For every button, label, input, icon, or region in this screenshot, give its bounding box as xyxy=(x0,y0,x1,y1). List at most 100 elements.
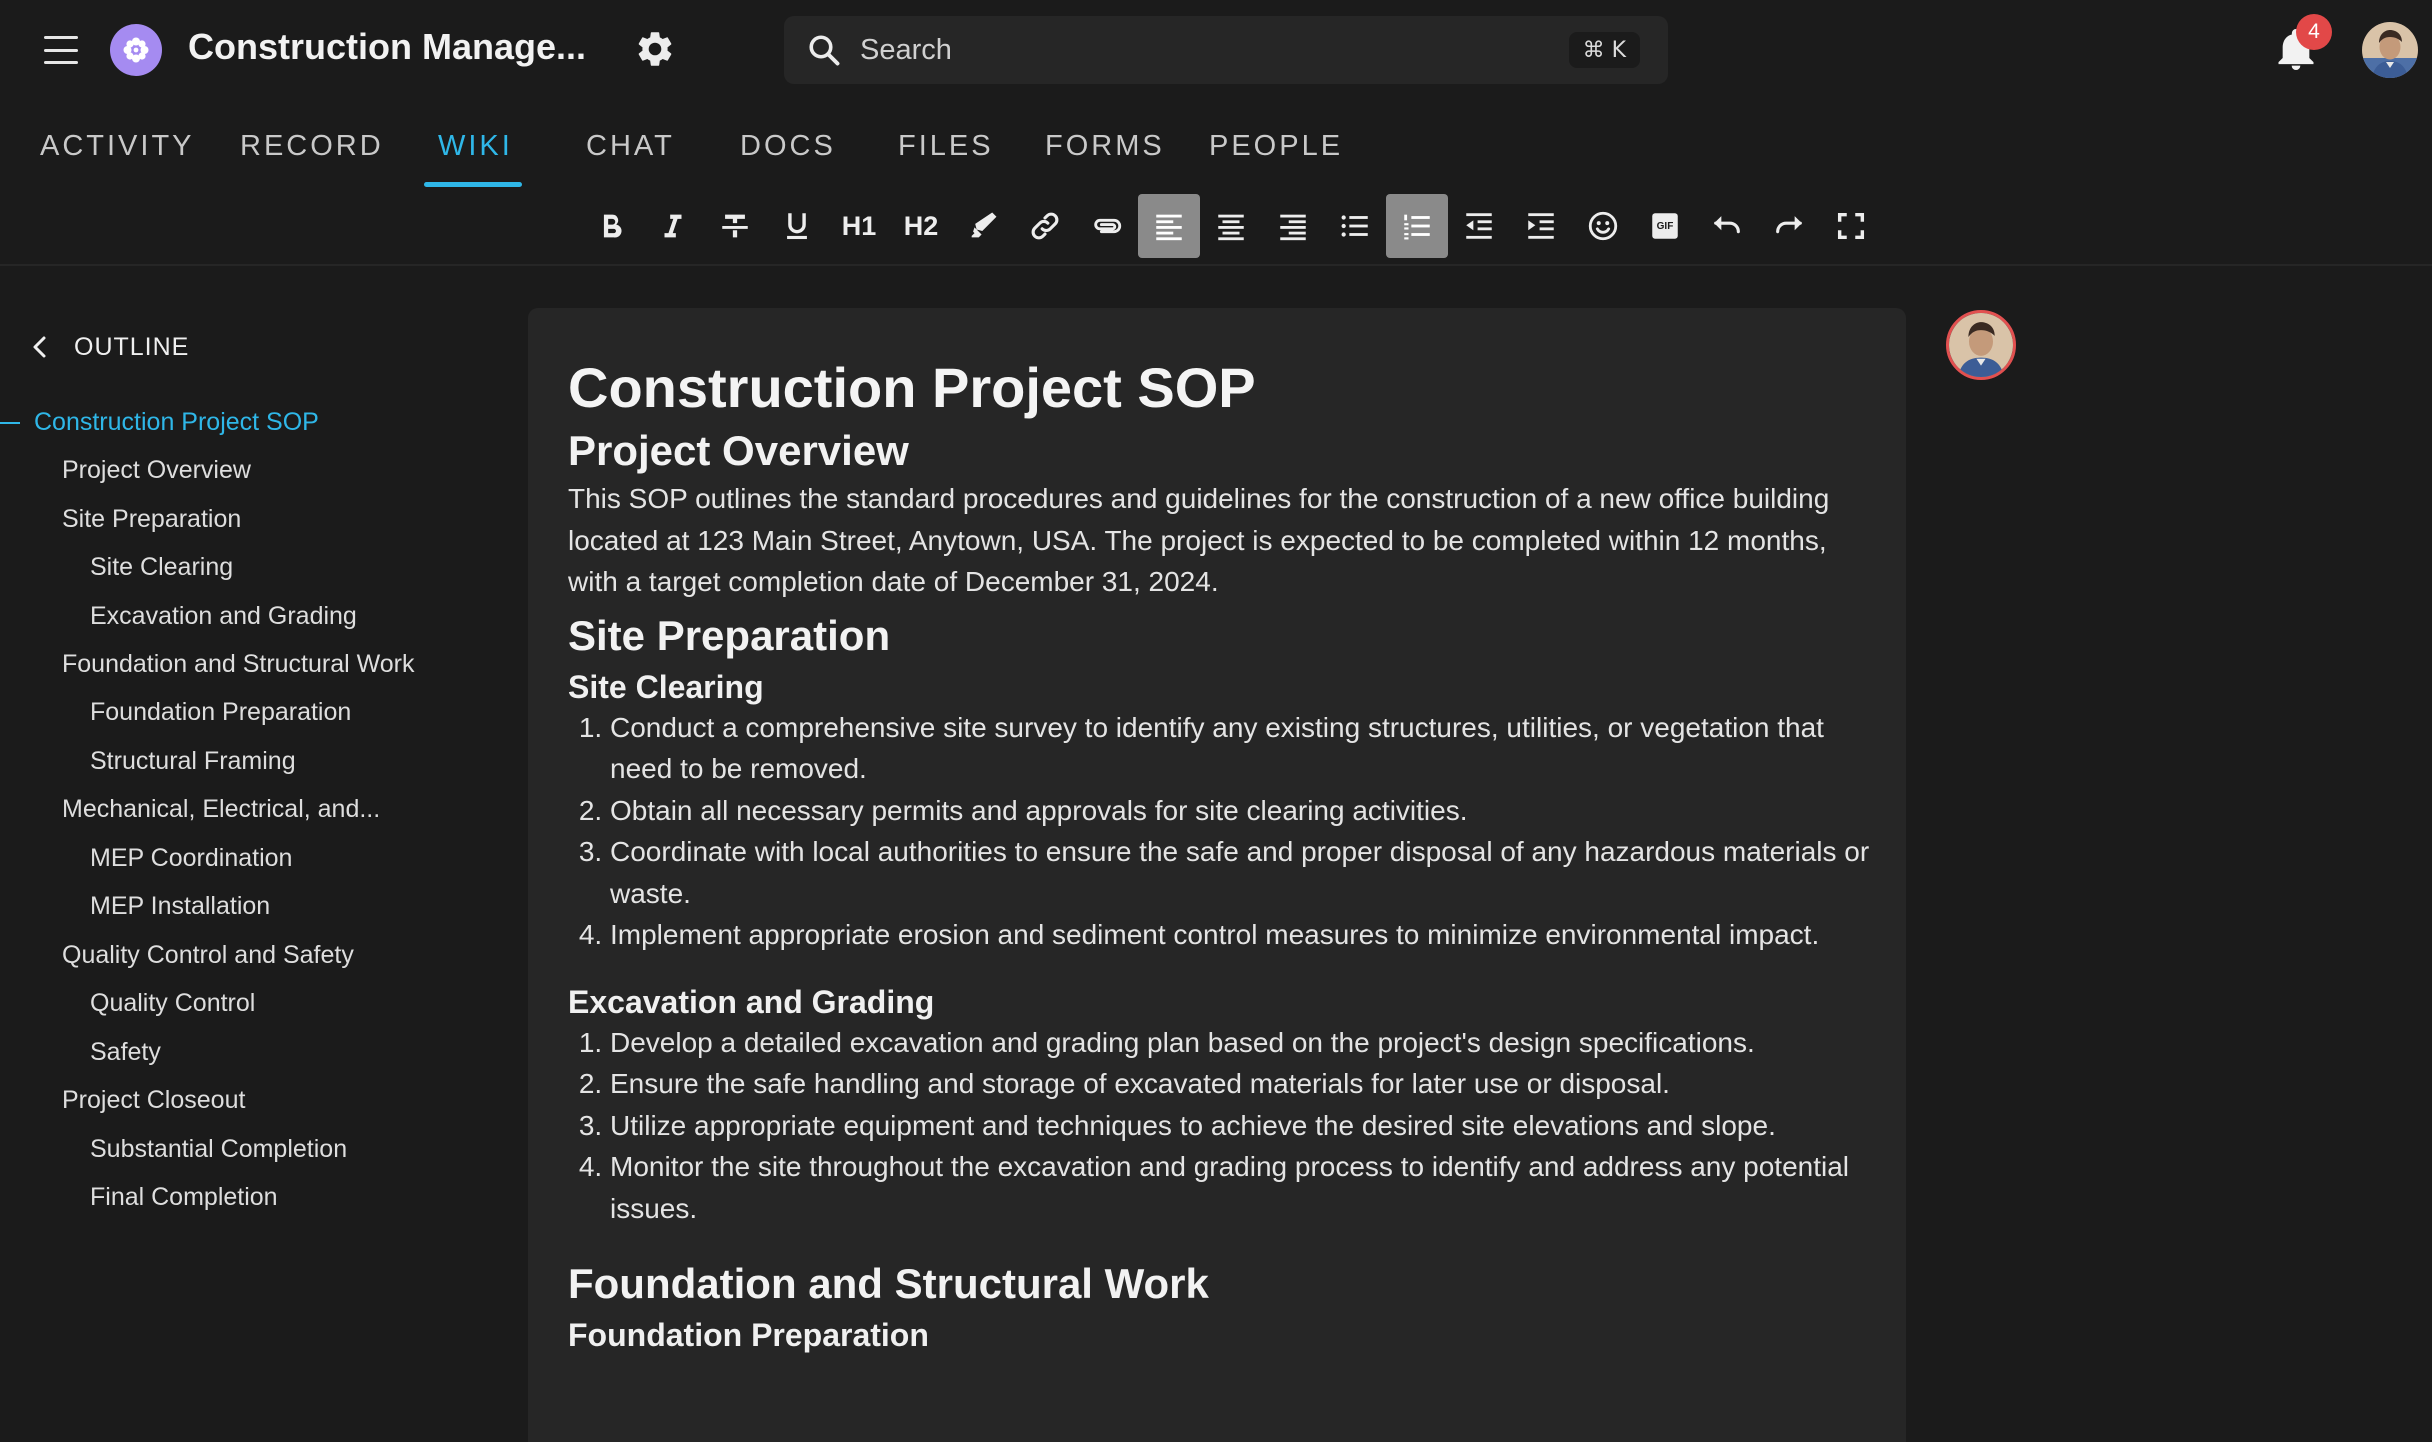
flower-icon xyxy=(123,37,149,63)
outline-item[interactable]: Project Overview xyxy=(62,456,251,485)
align-center-button[interactable] xyxy=(1200,194,1262,258)
tab-files[interactable]: FILES xyxy=(898,130,994,163)
heading-site-clearing: Site Clearing xyxy=(568,668,764,705)
notification-badge: 4 xyxy=(2296,14,2332,50)
emoji-button[interactable] xyxy=(1572,194,1634,258)
heading-foundation-preparation: Foundation Preparation xyxy=(568,1317,929,1353)
outline-item[interactable]: MEP Installation xyxy=(90,892,270,921)
outline-item[interactable]: Project Closeout xyxy=(62,1086,245,1115)
align-center-icon xyxy=(1218,214,1244,241)
list-item: Obtain all necessary permits and approva… xyxy=(610,790,1878,832)
outline-item[interactable]: Mechanical, Electrical, and... xyxy=(62,795,380,824)
heading-excavation-grading: Excavation and Grading xyxy=(568,983,935,1020)
strikethrough-icon xyxy=(722,214,748,238)
bullet-list-button[interactable] xyxy=(1324,194,1386,258)
outline-item[interactable]: Substantial Completion xyxy=(90,1135,347,1164)
undo-button[interactable] xyxy=(1696,194,1758,258)
outline-item[interactable]: Foundation and Structural Work xyxy=(62,650,415,679)
app-title[interactable]: Construction Manage... xyxy=(188,26,586,68)
search-bar[interactable]: ⌘ K xyxy=(784,16,1668,84)
numbered-list-icon xyxy=(1404,214,1430,240)
indent-button[interactable] xyxy=(1510,194,1572,258)
align-left-icon xyxy=(1156,214,1182,241)
italic-button[interactable] xyxy=(642,194,704,258)
outdent-button[interactable] xyxy=(1448,194,1510,258)
heading-1-button[interactable]: H1 xyxy=(828,194,890,258)
list-item: Conduct a comprehensive site survey to i… xyxy=(610,707,1878,790)
user-avatar[interactable] xyxy=(2362,22,2418,78)
link-button[interactable] xyxy=(1014,194,1076,258)
chevron-left-icon xyxy=(33,336,46,358)
list-item: Utilize appropriate equipment and techni… xyxy=(610,1105,1878,1147)
list-item: Implement appropriate erosion and sedime… xyxy=(610,914,1878,956)
outdent-icon xyxy=(1466,213,1492,239)
outline-item[interactable]: Quality Control xyxy=(90,989,255,1018)
outline-toggle[interactable]: OUTLINE xyxy=(28,332,189,362)
top-bar: Construction Manage... ⌘ K 4 xyxy=(0,0,2432,100)
strikethrough-button[interactable] xyxy=(704,194,766,258)
heading-site-preparation: Site Preparation xyxy=(568,611,891,659)
outline-current-marker xyxy=(0,422,20,424)
bullet-list-icon xyxy=(1341,215,1368,237)
highlight-button[interactable] xyxy=(952,194,1014,258)
outline-item[interactable]: Foundation Preparation xyxy=(90,698,351,727)
active-tab-indicator xyxy=(424,182,522,187)
italic-icon xyxy=(664,214,682,238)
tab-wiki[interactable]: WIKI xyxy=(438,130,513,163)
align-left-button[interactable] xyxy=(1138,194,1200,258)
fullscreen-icon xyxy=(1837,212,1865,240)
marker-icon xyxy=(971,212,997,238)
search-icon xyxy=(809,35,840,66)
undo-icon xyxy=(1714,216,1740,234)
underline-icon xyxy=(787,213,807,240)
heading-2-button[interactable]: H2 xyxy=(890,194,952,258)
gear-icon[interactable] xyxy=(634,28,676,70)
list-item: Ensure the safe handling and storage of … xyxy=(610,1063,1878,1105)
outline-item[interactable]: Site Clearing xyxy=(90,553,233,582)
search-input[interactable] xyxy=(860,30,1500,70)
outline-item[interactable]: Quality Control and Safety xyxy=(62,941,354,970)
outline-item[interactable]: Excavation and Grading xyxy=(90,602,357,631)
numbered-list-button[interactable] xyxy=(1386,194,1448,258)
wiki-document[interactable]: Construction Project SOP Project Overvie… xyxy=(528,308,1906,1442)
redo-button[interactable] xyxy=(1758,194,1820,258)
attachment-icon xyxy=(1094,218,1122,234)
outline-item[interactable]: Construction Project SOP xyxy=(34,408,319,437)
gif-button[interactable]: GIF xyxy=(1634,194,1696,258)
gif-label: GIF xyxy=(1656,220,1674,232)
toolbar-divider xyxy=(0,264,2432,266)
outline-title: OUTLINE xyxy=(74,332,190,361)
excavation-list: Develop a detailed excavation and gradin… xyxy=(568,1022,1878,1230)
heading-project-overview: Project Overview xyxy=(568,427,909,474)
tab-record[interactable]: RECORD xyxy=(240,130,384,163)
tab-bar: ACTIVITY RECORD WIKI CHAT DOCS FILES FOR… xyxy=(0,100,1400,190)
attachment-button[interactable] xyxy=(1076,194,1138,258)
document-content[interactable]: Construction Project SOP Project Overvie… xyxy=(568,356,1878,1355)
person-icon xyxy=(1949,313,2013,377)
document-title: Construction Project SOP xyxy=(568,356,1256,419)
redo-icon xyxy=(1776,216,1802,234)
tab-activity[interactable]: ACTIVITY xyxy=(40,130,195,163)
tab-docs[interactable]: DOCS xyxy=(740,130,836,163)
heading-foundation-structural: Foundation and Structural Work xyxy=(568,1260,1209,1307)
emoji-icon xyxy=(1588,211,1618,241)
outline-item[interactable]: Site Preparation xyxy=(62,505,241,534)
menu-icon[interactable] xyxy=(44,36,78,64)
collaborator-avatar[interactable] xyxy=(1946,310,2016,380)
person-icon xyxy=(2362,22,2418,78)
fullscreen-button[interactable] xyxy=(1820,194,1882,258)
outline-item[interactable]: Structural Framing xyxy=(90,747,296,776)
tab-forms[interactable]: FORMS xyxy=(1045,130,1165,163)
bold-icon xyxy=(603,214,622,238)
tab-people[interactable]: PEOPLE xyxy=(1209,130,1343,163)
outline-item[interactable]: Final Completion xyxy=(90,1183,278,1212)
tab-chat[interactable]: CHAT xyxy=(586,130,675,163)
bold-button[interactable] xyxy=(580,194,642,258)
align-right-icon xyxy=(1280,214,1306,241)
align-right-button[interactable] xyxy=(1262,194,1324,258)
indent-icon xyxy=(1528,213,1554,239)
underline-button[interactable] xyxy=(766,194,828,258)
outline-item[interactable]: MEP Coordination xyxy=(90,844,292,873)
outline-item[interactable]: Safety xyxy=(90,1038,161,1067)
list-item: Develop a detailed excavation and gradin… xyxy=(610,1022,1878,1064)
